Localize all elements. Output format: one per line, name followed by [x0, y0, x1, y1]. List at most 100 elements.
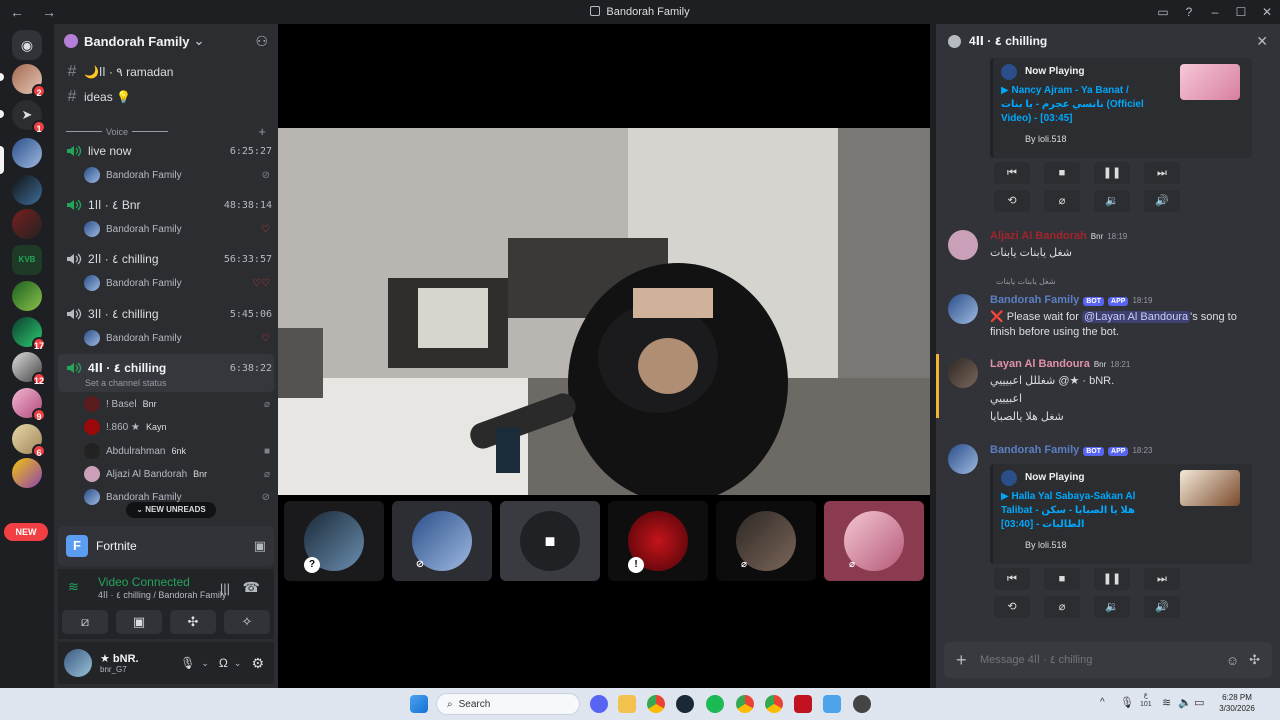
voice-channel[interactable]: live now 6:25:27	[62, 140, 272, 162]
volume-down-button[interactable]: 🔉	[1094, 190, 1130, 212]
server-icon[interactable]	[12, 209, 42, 239]
mic-tray-icon[interactable]: 🎙	[1120, 696, 1134, 709]
settings-gear-icon[interactable]: ⚙	[251, 655, 264, 672]
server-icon[interactable]	[12, 281, 42, 311]
send-server-icon[interactable]: ➤ 1	[12, 100, 46, 134]
loop-button[interactable]: ⟲	[994, 596, 1030, 618]
author-name[interactable]: Bandorah Family	[990, 294, 1079, 306]
server-icon[interactable]	[12, 175, 42, 205]
help-icon[interactable]: ?	[1176, 5, 1202, 19]
app-icon[interactable]	[794, 695, 812, 713]
volume-icon[interactable]: 🔈	[1178, 696, 1192, 709]
pause-button[interactable]: ❚❚	[1094, 162, 1130, 184]
focused-video-stream[interactable]	[278, 128, 930, 495]
user-mention[interactable]: @Layan Al Bandoura	[1081, 311, 1191, 323]
camera-off-button[interactable]: ⧄	[62, 610, 108, 634]
server-icon[interactable]	[12, 458, 42, 488]
chrome-icon[interactable]	[765, 695, 783, 713]
attach-plus-icon[interactable]: +	[956, 650, 980, 671]
voice-member[interactable]: ! Basel Bnr ⌀	[84, 394, 270, 414]
text-channel[interactable]: # 🌙٩ · اا ramadan	[62, 61, 272, 83]
song-link[interactable]: ▶ Halla Yal Sabaya-Sakan Al Talibat - هل…	[1001, 490, 1161, 532]
add-member-icon[interactable]: ⚇	[255, 33, 268, 50]
signal-icon[interactable]: ≋	[68, 579, 79, 595]
voice-member[interactable]: Bandorah Family ⊘	[84, 165, 270, 185]
author-name[interactable]: Layan Al Bandoura	[990, 358, 1090, 370]
clock[interactable]: 6:28 PM 3/30/2026	[1212, 692, 1262, 714]
avatar[interactable]	[948, 444, 978, 474]
screen-share-icon[interactable]: ▣	[254, 538, 266, 554]
file-explorer-icon[interactable]	[618, 695, 636, 713]
mic-icon[interactable]: 🎙	[180, 656, 195, 670]
activities-button[interactable]: ✣	[170, 610, 216, 634]
loop-button[interactable]: ⟲	[994, 190, 1030, 212]
noise-suppression-icon[interactable]: |||	[220, 581, 230, 596]
volume-up-button[interactable]: 🔊	[1144, 190, 1180, 212]
volume-down-button[interactable]: 🔉	[1094, 596, 1130, 618]
disconnect-icon[interactable]: ☎	[243, 579, 260, 596]
channel-status-hint[interactable]: Set a channel status	[85, 378, 167, 388]
chrome-icon[interactable]	[647, 695, 665, 713]
message-input[interactable]	[980, 654, 1218, 666]
inbox-icon[interactable]: ▭	[1150, 5, 1176, 19]
wifi-icon[interactable]: ≋	[1162, 696, 1171, 709]
reply-preview[interactable]: شغل يابنات يابنات	[996, 277, 1056, 286]
stop-button[interactable]: ■	[1044, 568, 1080, 590]
author-name[interactable]: Aljazi Al Bandorah	[990, 230, 1087, 242]
voice-member[interactable]: Aljazi Al Bandorah Bnr ⌀	[84, 464, 270, 484]
voice-channel-active[interactable]: 4٤ · اا chilling 6:38:22	[62, 357, 272, 379]
voice-channel[interactable]: 3٤ · اا chilling 5:45:06	[62, 303, 272, 325]
author-name[interactable]: Bandorah Family	[990, 444, 1079, 456]
voice-member[interactable]: Bandorah Family ♡♡	[84, 273, 270, 293]
chevron-up-icon[interactable]: ^	[1100, 697, 1105, 708]
server-icon[interactable]: 9	[12, 388, 46, 422]
previous-track-button[interactable]: ⏮	[994, 162, 1030, 184]
next-track-button[interactable]: ⏭	[1144, 162, 1180, 184]
apps-icon[interactable]: ✣	[1249, 652, 1260, 668]
stop-button[interactable]: ■	[1044, 162, 1080, 184]
mute-button[interactable]: ⌀	[1044, 190, 1080, 212]
battery-icon[interactable]: ▭	[1194, 696, 1204, 709]
voice-channel[interactable]: 1٤ · اا Bnr 48:38:14	[62, 194, 272, 216]
song-link[interactable]: ▶ Nancy Ajram - Ya Banat / نانسي عجرم - …	[1001, 84, 1161, 126]
avatar[interactable]	[948, 230, 978, 260]
participant-tile[interactable]: ■	[500, 501, 600, 581]
fortnite-taskbar-icon[interactable]	[823, 695, 841, 713]
avatar[interactable]	[948, 294, 978, 324]
close-window-button[interactable]: ✕	[1254, 5, 1280, 19]
voice-member[interactable]: Abdulrahman 6nk ■	[84, 441, 270, 461]
new-unreads-pill[interactable]: ⌄ NEW UNREADS	[126, 502, 216, 518]
voice-channel[interactable]: 2٤ · اا chilling 56:33:57	[62, 248, 272, 270]
minimize-button[interactable]: –	[1202, 5, 1228, 19]
discord-home-icon[interactable]: ◉	[12, 30, 42, 60]
text-channel[interactable]: # ideas 💡	[62, 86, 272, 108]
previous-track-button[interactable]: ⏮	[994, 568, 1030, 590]
close-icon[interactable]: ✕	[1256, 33, 1268, 50]
activity-card[interactable]: F Fortnite ▣	[58, 526, 274, 566]
server-icon[interactable]: 17	[12, 317, 46, 351]
avatar[interactable]	[948, 358, 978, 388]
volume-up-button[interactable]: 🔊	[1144, 596, 1180, 618]
new-unreads-badge[interactable]: NEW	[4, 523, 48, 541]
voice-member[interactable]: !.860 ★ Kayn	[84, 417, 270, 437]
participant-tile[interactable]: ⌀	[824, 501, 924, 581]
category-header[interactable]: Voice +	[66, 124, 266, 139]
chevron-down-icon[interactable]: ⌄	[201, 658, 209, 669]
discord-taskbar-icon[interactable]	[590, 695, 608, 713]
connection-status[interactable]: Video Connected	[98, 575, 190, 589]
server-icon[interactable]: 6	[12, 424, 46, 458]
screen-share-button[interactable]: ▣	[116, 610, 162, 634]
participant-tile[interactable]: ⌀	[716, 501, 816, 581]
guild-header[interactable]: Bandorah Family ⌄ ⚇	[54, 24, 278, 58]
server-icon[interactable]	[12, 138, 42, 168]
server-icon[interactable]: 2	[12, 64, 46, 98]
spotify-icon[interactable]	[706, 695, 724, 713]
chevron-down-icon[interactable]: ⌄	[234, 658, 242, 669]
steam-icon[interactable]	[676, 695, 694, 713]
app-icon[interactable]	[853, 695, 871, 713]
voice-member[interactable]: Bandorah Family ♡	[84, 328, 270, 348]
input-language[interactable]: ع 101	[1140, 691, 1152, 709]
maximize-button[interactable]: ☐	[1228, 5, 1254, 19]
connection-channel[interactable]: 4٤ · اا chilling / Bandorah Family	[98, 590, 226, 601]
participant-tile[interactable]: ⊘	[392, 501, 492, 581]
